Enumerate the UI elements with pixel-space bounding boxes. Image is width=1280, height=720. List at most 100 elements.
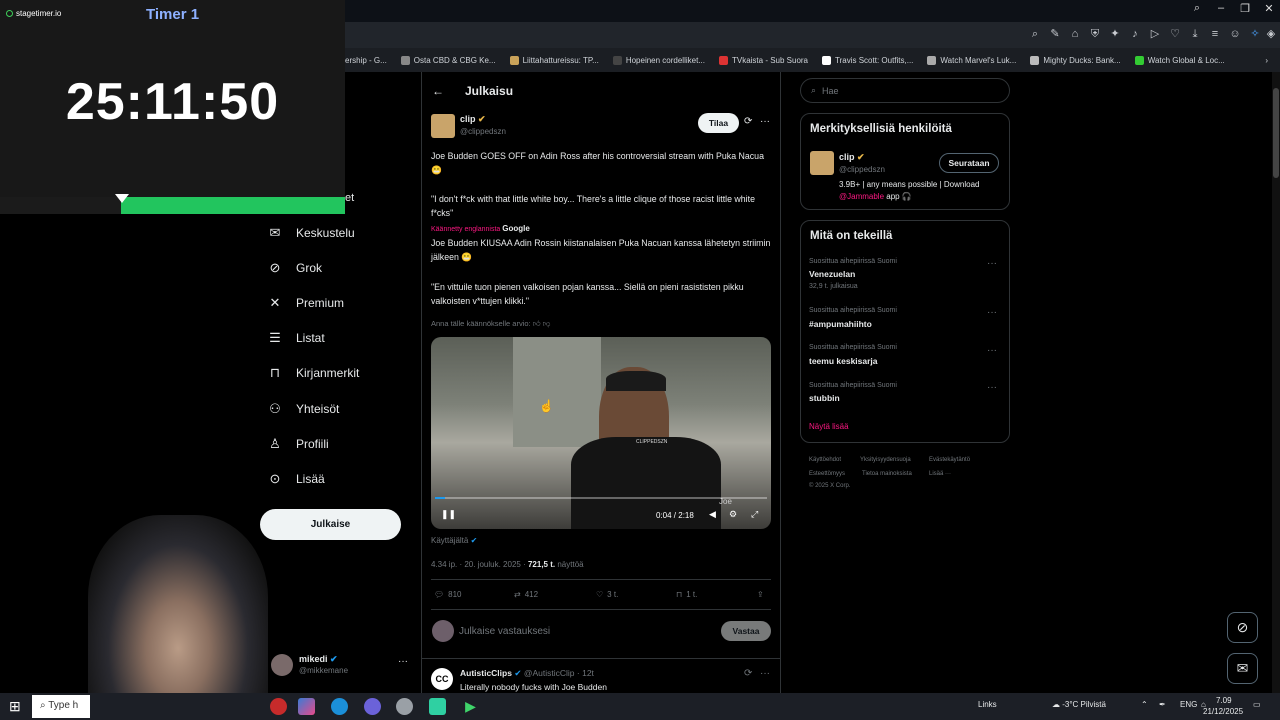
post-date[interactable]: 20. jouluk. 2025 — [464, 560, 521, 569]
heart-icon[interactable]: ♡ — [1168, 27, 1182, 41]
home-icon[interactable]: ⌂ — [1068, 27, 1082, 41]
post-button[interactable]: Julkaise — [260, 509, 401, 540]
search-input[interactable]: ⌕ Hae — [800, 78, 1010, 103]
more-dots-icon[interactable]: ··· — [987, 258, 997, 269]
post-time[interactable]: 4.34 ip. — [431, 560, 457, 569]
nav-item-messages[interactable]: ✉ Keskustelu — [268, 226, 355, 241]
thumbs-down-icon[interactable]: 👎︎ — [543, 319, 551, 328]
app-icon[interactable] — [429, 698, 446, 715]
more-dots-icon[interactable]: ··· — [987, 307, 997, 318]
pen-icon[interactable]: ✒ — [1159, 700, 1166, 709]
reply-input[interactable]: Julkaise vastauksesi — [459, 626, 550, 637]
cube-icon[interactable]: ◈ — [1264, 27, 1278, 41]
subscribe-button[interactable]: Tilaa — [698, 113, 739, 133]
search-icon[interactable]: ⌕ — [1028, 27, 1042, 41]
nav-item-more[interactable]: ⊙ Lisää — [268, 472, 325, 487]
more-dots-icon[interactable]: ··· — [987, 345, 997, 356]
user-avatar[interactable] — [810, 151, 834, 175]
thumbs-up-icon[interactable]: 👍︎ — [533, 319, 541, 328]
fullscreen-icon[interactable]: ⤢ — [751, 509, 758, 520]
settings-icon[interactable]: ⚙ — [729, 509, 737, 520]
author-name[interactable]: clip ✔ — [460, 114, 486, 125]
scrollbar-thumb[interactable] — [1273, 88, 1279, 178]
play-icon[interactable]: ▷ — [1148, 27, 1162, 41]
shield-icon[interactable]: ⛨ — [1088, 27, 1102, 41]
taskbar-search-input[interactable]: ⌕ Type h — [32, 695, 90, 718]
user-name[interactable]: clip ✔ — [839, 152, 865, 163]
reply-button[interactable]: Vastaa — [721, 621, 771, 641]
ai-icon[interactable]: ✧ — [1248, 27, 1262, 41]
play-app-icon[interactable]: ▶ — [462, 698, 479, 715]
nav-item-profile[interactable]: ♙ Profiili — [268, 437, 329, 452]
menu-icon[interactable]: ≡ — [1208, 27, 1222, 41]
bookmark-item[interactable]: Watch Global & Loc... — [1134, 55, 1225, 65]
windows-start-icon[interactable]: ⊞ — [9, 698, 21, 715]
author-avatar[interactable] — [431, 114, 455, 138]
bookmark-item[interactable]: Hopeinen cordelliket... — [612, 55, 705, 65]
trend-item[interactable]: #ampumahiihto — [809, 319, 872, 329]
bookmark-action[interactable]: ⊓ 1 t. — [676, 590, 697, 599]
footer-link[interactable]: Evästekäytäntö — [929, 457, 970, 463]
reply-action[interactable]: 💬︎ 810 — [434, 590, 462, 599]
grok-icon[interactable]: ⟳ — [744, 116, 752, 127]
close-icon[interactable]: ✕ — [1259, 2, 1279, 15]
clock-date[interactable]: 21/12/2025 — [1203, 707, 1243, 716]
notification-icon[interactable]: ▭ — [1253, 700, 1261, 709]
video-progress-track[interactable] — [435, 497, 767, 499]
edge-icon[interactable] — [331, 698, 348, 715]
reply-author-handle[interactable]: @AutisticClip — [524, 668, 575, 678]
account-switcher[interactable]: mikedi ✔ @mikkemane ··· — [271, 652, 411, 682]
download-icon[interactable]: ⤓ — [1188, 27, 1202, 41]
bookmark-item[interactable]: TVkaista - Sub Suora — [718, 55, 808, 65]
translated-from-label[interactable]: Käännetty englannista — [431, 226, 500, 233]
chevron-up-icon[interactable]: ⌃ — [1141, 700, 1148, 709]
reply-time[interactable]: 12t — [582, 668, 594, 678]
bookmark-item[interactable]: ership - G... — [345, 56, 387, 65]
account-icon[interactable]: ☺ — [1228, 27, 1242, 41]
video-player[interactable]: CLIPPEDSZN Joe ❚❚ 0:04 / 2:18 ◀︎ ⚙ ⤢ — [431, 337, 771, 529]
show-more-link[interactable]: Näytä lisää — [809, 422, 849, 431]
grok-icon[interactable]: ⟳ — [744, 668, 752, 679]
minimize-icon[interactable]: – — [1211, 2, 1231, 14]
nav-item-grok[interactable]: ⊘ Grok — [268, 261, 322, 276]
trend-item[interactable]: Venezuelan — [809, 269, 855, 279]
weather-widget[interactable]: ☁ -3°C Pilvistä — [1052, 700, 1106, 709]
app-icon[interactable] — [396, 698, 413, 715]
footer-link[interactable]: Lisää ··· — [929, 471, 951, 477]
clock-time[interactable]: 7.09 — [1216, 696, 1232, 705]
bookmark-item[interactable]: Watch Marvel's Luk... — [927, 55, 1016, 65]
trend-item[interactable]: stubbin — [809, 393, 840, 403]
nav-item-premium[interactable]: ✕ Premium — [268, 296, 344, 311]
back-arrow-icon[interactable]: ← — [432, 84, 444, 98]
reply-author-name[interactable]: AutisticClips — [460, 668, 512, 678]
search-icon[interactable]: ⌕ — [1187, 2, 1207, 15]
opera-icon[interactable] — [270, 698, 287, 715]
more-dots-icon[interactable]: ··· — [398, 656, 408, 667]
volume-icon[interactable]: ◀︎ — [709, 509, 716, 520]
bookmark-item[interactable]: Mighty Ducks: Bank... — [1030, 55, 1121, 65]
nav-item-bookmarks[interactable]: ⊓ Kirjanmerkit — [268, 366, 359, 381]
maximize-icon[interactable]: ❐ — [1235, 2, 1255, 15]
bookmark-item[interactable]: Osta CBD & CBG Ke... — [400, 55, 496, 65]
footer-link[interactable]: Yksityisyydensuoja — [860, 457, 911, 463]
language-indicator[interactable]: ENG — [1180, 700, 1197, 709]
messages-floating-button[interactable]: ✉ — [1227, 653, 1258, 684]
footer-link[interactable]: Esteettömyys — [809, 471, 845, 477]
repost-action[interactable]: ⇄ 412 — [514, 590, 538, 599]
nav-item-lists[interactable]: ☰ Listat — [268, 331, 325, 346]
more-dots-icon[interactable]: ··· — [760, 116, 770, 127]
share-action[interactable]: ⇪ — [757, 590, 764, 599]
chevron-right-icon[interactable]: › — [1265, 56, 1268, 65]
following-button[interactable]: Seurataan — [939, 153, 999, 173]
discord-icon[interactable] — [364, 698, 381, 715]
footer-link[interactable]: Tietoa mainoksista — [862, 471, 912, 477]
bookmark-item[interactable]: Liittahattureissu: TP... — [509, 55, 599, 65]
links-toolbar[interactable]: Links — [978, 700, 997, 709]
extension-icon[interactable]: ✦ — [1108, 27, 1122, 41]
footer-link[interactable]: Käyttöehdot — [809, 457, 841, 463]
reply-author-avatar[interactable]: CC — [431, 668, 453, 690]
grok-floating-button[interactable]: ⊘ — [1227, 612, 1258, 643]
pause-icon[interactable]: ❚❚ — [441, 509, 456, 520]
edit-icon[interactable]: ✎ — [1048, 27, 1062, 41]
author-handle[interactable]: @clippedszn — [460, 127, 506, 136]
